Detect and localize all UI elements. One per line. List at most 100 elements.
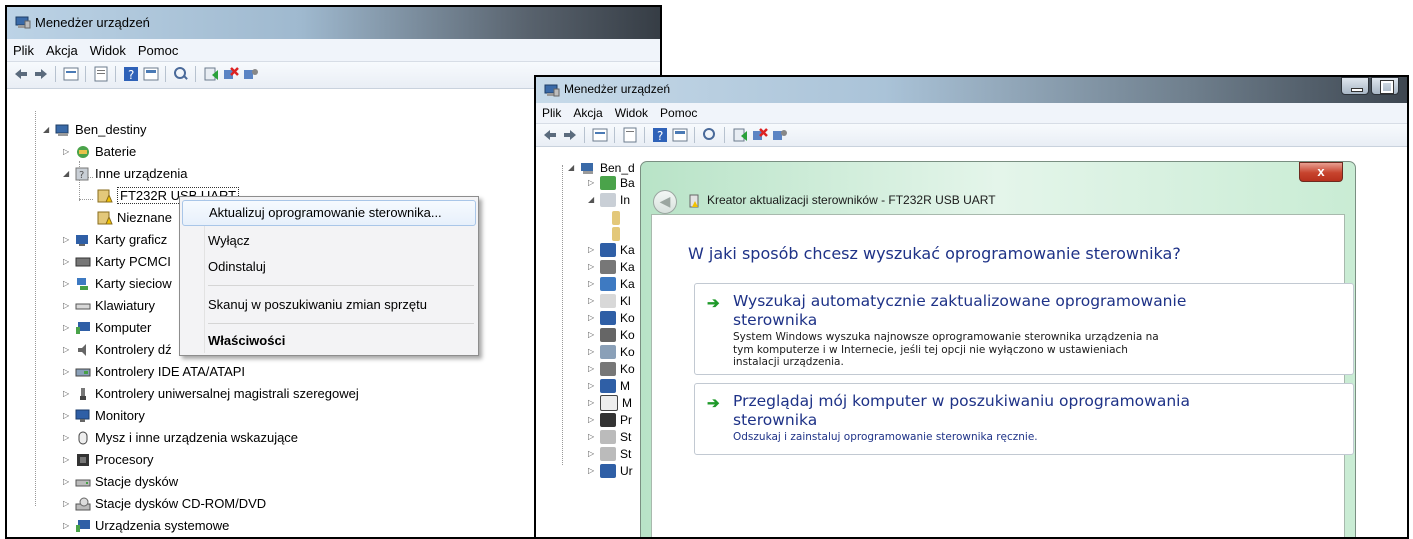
update-driver-icon[interactable] [203,66,219,82]
menu-widok[interactable]: Widok [609,103,654,120]
menu-item-scan-hardware[interactable]: Skanuj w poszukiwaniu zmian sprzętu [182,292,476,318]
option-description: System Windows wyszuka najnowsze oprogra… [733,331,1159,368]
disk-drive-icon [75,479,91,487]
expand-arrow-icon[interactable]: ▷ [63,428,72,448]
menu-pomoc[interactable]: Pomoc [654,103,703,120]
uninstall-icon[interactable] [223,66,239,82]
expand-arrow-icon[interactable]: ▷ [63,450,72,470]
resources-icon[interactable] [143,66,159,82]
unknown-device-icon: ? [75,167,89,181]
tree-item-urzadzenia-systemowe[interactable]: ▷ Urządzenia systemowe [63,515,229,535]
mouse-icon [78,431,88,445]
device-view-icon[interactable] [592,127,608,143]
forward-arrow-icon[interactable] [33,66,49,82]
properties-icon[interactable] [622,127,638,143]
menu-plik[interactable]: Plik [7,39,40,58]
expand-arrow-icon[interactable]: ▷ [63,362,72,382]
disable-icon[interactable] [772,127,788,143]
expand-arrow-icon[interactable]: ▷ [63,252,72,272]
menu-plik[interactable]: Plik [536,103,567,120]
help-icon[interactable]: ? [652,127,668,143]
menu-widok[interactable]: Widok [84,39,132,58]
tree-item[interactable]: ◢ In [588,189,630,209]
svg-text:?: ? [79,170,84,181]
speaker-icon [78,343,86,356]
properties-icon[interactable] [93,66,109,82]
menu-item-uninstall[interactable]: Odinstaluj [182,254,476,280]
close-button[interactable]: x [1299,162,1343,182]
tree-item-stacje-dyskow[interactable]: ▷ Stacje dysków [63,471,178,491]
menu-akcja[interactable]: Akcja [40,39,84,58]
expand-arrow-icon[interactable]: ▷ [63,296,72,316]
tree-item-komputer[interactable]: ▷ Komputer [63,317,151,337]
window-title: Menedżer urządzeń [564,82,671,96]
device-manager-window-2: Menedżer urządzeń Plik Akcja Widok Pomoc ? [534,75,1409,539]
option-description: Odszukaj i zainstaluj oprogramowanie ste… [733,431,1038,443]
processor-icon [77,453,89,466]
help-icon[interactable]: ? [123,66,139,82]
device-view-icon[interactable] [63,66,79,82]
scan-hardware-icon[interactable] [173,66,189,82]
menu-bar: Plik Akcja Widok Pomoc [7,39,660,62]
cd-drive-icon [75,497,91,511]
tree-item-inne-urzadzenia[interactable]: ◢? Inne urządzenia [63,163,188,183]
minimize-button[interactable] [1341,77,1369,95]
expand-arrow-icon[interactable]: ▷ [63,516,72,536]
title-bar: Menedżer urządzeń [7,7,660,39]
tree-item-kontrolery-ide[interactable]: ▷ Kontrolery IDE ATA/ATAPI [63,361,245,381]
disable-icon[interactable] [243,66,259,82]
tree-item-baterie[interactable]: ▷ Baterie [63,141,136,161]
menu-item-properties[interactable]: Właściwości [182,328,476,354]
usb-icon [80,387,86,400]
tree-root[interactable]: ◢ Ben_destiny [43,119,147,139]
menu-item-disable[interactable]: Wyłącz [182,228,476,254]
collapse-arrow-icon[interactable]: ◢ [568,158,577,178]
tree-item-stacje-cd[interactable]: ▷ Stacje dysków CD-ROM/DVD [63,493,266,513]
expand-arrow-icon[interactable]: ▷ [63,472,72,492]
tree-item-mysz[interactable]: ▷ Mysz i inne urządzenia wskazujące [63,427,298,447]
expand-arrow-icon[interactable]: ▷ [63,318,72,338]
expand-arrow-icon[interactable]: ▷ [63,142,72,162]
system-device-icon [76,519,90,532]
tree-item-nieznane[interactable]: Nieznane [97,207,172,227]
tree-item-karty-pcmci[interactable]: ▷ Karty PCMCI [63,251,171,271]
svg-text:?: ? [128,68,134,82]
expand-arrow-icon[interactable]: ▷ [63,494,72,514]
tree-item-procesory[interactable]: ▷ Procesory [63,449,154,469]
expand-arrow-icon[interactable]: ▷ [63,384,72,404]
scan-hardware-icon[interactable] [702,127,718,143]
update-driver-icon[interactable] [732,127,748,143]
expand-arrow-icon[interactable]: ▷ [63,274,72,294]
tree-item-kontrolery-usb[interactable]: ▷ Kontrolery uniwersalnej magistrali szer… [63,383,359,403]
expand-arrow-icon[interactable]: ▷ [63,406,72,426]
collapse-arrow-icon[interactable]: ◢ [63,164,72,184]
menu-akcja[interactable]: Akcja [567,103,608,120]
collapse-arrow-icon[interactable]: ◢ [43,120,52,140]
search-automatically-option[interactable]: ➔ Wyszukaj automatycznie zaktualizowane … [694,283,1354,375]
menu-item-update-driver[interactable]: Aktualizuj oprogramowanie sterownika... [182,200,476,226]
back-arrow-icon[interactable] [542,127,558,143]
expand-arrow-icon[interactable]: ▷ [63,230,72,250]
uninstall-icon[interactable] [752,127,768,143]
device-manager-icon [15,16,31,29]
window-title: Menedżer urządzeń [35,15,150,30]
tree-item-monitory[interactable]: ▷ Monitory [63,405,145,425]
maximize-button[interactable] [1371,77,1399,95]
context-menu: Aktualizuj oprogramowanie sterownika... … [179,196,479,356]
tree-item-klawiatury[interactable]: ▷ Klawiatury [63,295,155,315]
menu-pomoc[interactable]: Pomoc [132,39,184,58]
browse-computer-option[interactable]: ➔ Przeglądaj mój komputer w poszukiwaniu… [694,383,1354,455]
update-driver-wizard: x ◀ Kreator aktualizacji sterowników - F… [640,161,1356,537]
tree-item-karty-sieciowe[interactable]: ▷ Karty sieciow [63,273,172,293]
network-adapter-icon [77,277,88,290]
back-button[interactable]: ◀ [653,190,677,214]
back-arrow-icon[interactable] [13,66,29,82]
tree-item-kontrolery-dzwieku[interactable]: ▷ Kontrolery dź [63,339,172,359]
battery-icon [77,145,89,158]
tree-item-karty-graficzne[interactable]: ▷ Karty graficz [63,229,167,249]
expand-arrow-icon[interactable]: ▷ [63,340,72,360]
wizard-title: Kreator aktualizacji sterowników - FT232… [707,193,996,207]
tree-item[interactable]: ▷ Ur [588,460,633,480]
forward-arrow-icon[interactable] [562,127,578,143]
resources-icon[interactable] [672,127,688,143]
